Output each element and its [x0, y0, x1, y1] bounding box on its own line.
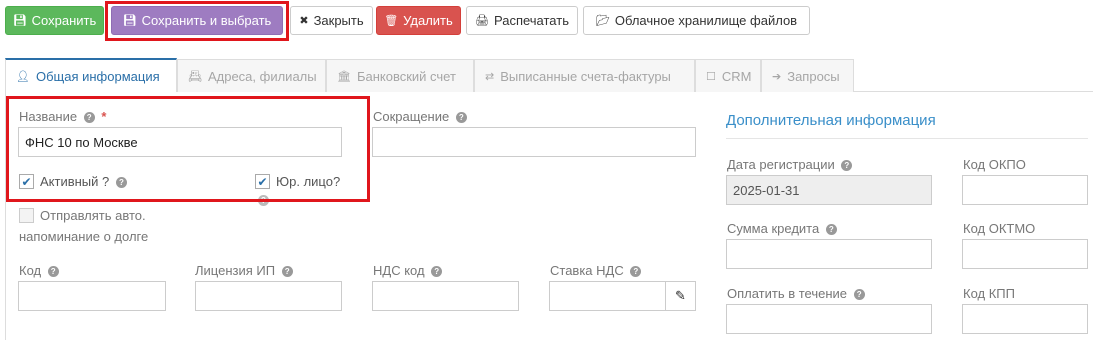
help-icon[interactable]: ?: [83, 112, 95, 123]
help-icon[interactable]: ?: [853, 289, 865, 300]
okpo-label: Код ОКПО: [963, 157, 1026, 172]
abbreviation-input[interactable]: [372, 127, 696, 157]
registration-date-input[interactable]: 2025-01-31: [726, 175, 932, 205]
additional-info-title: Дополнительная информация: [726, 112, 936, 129]
code-label-text: Код: [19, 263, 42, 278]
tab-label: Запросы: [787, 68, 840, 84]
pencil-icon: ✎: [675, 288, 686, 303]
tab-requests[interactable]: ➔ Запросы: [761, 59, 854, 92]
additional-info-divider: [726, 138, 1088, 139]
panel-left-border: [5, 92, 6, 340]
tab-bank-account[interactable]: 🏛︎ Банковский счет: [326, 59, 474, 92]
vat-rate-label: Ставка НДС ?: [550, 263, 642, 278]
close-icon: ✖: [299, 15, 309, 27]
tab-label: Банковский счет: [356, 68, 456, 84]
delete-button-label: Удалить: [403, 13, 453, 28]
auto-reminder-label-2: напоминание о долге: [19, 229, 149, 244]
vat-code-input[interactable]: [372, 281, 519, 311]
help-icon[interactable]: ?: [431, 266, 443, 277]
cloud-storage-label: Облачное хранилище файлов: [614, 13, 798, 28]
vat-code-label-text: НДС код: [373, 263, 425, 278]
auto-reminder-label: Отправлять авто.: [40, 208, 146, 223]
id-card-icon: 👤︎: [16, 70, 30, 83]
close-button-label: Закрыть: [313, 13, 364, 28]
help-icon[interactable]: ?: [258, 195, 269, 206]
close-button[interactable]: ✖ Закрыть: [290, 6, 373, 35]
arrow-right-icon: ➔: [772, 70, 782, 83]
save-and-select-label: Сохранить и выбрать: [141, 13, 272, 28]
help-icon[interactable]: ?: [281, 266, 293, 277]
auto-reminder-checkbox[interactable]: [19, 208, 34, 223]
folder-open-icon: 📂︎: [595, 15, 610, 27]
active-checkbox[interactable]: ✔: [19, 174, 34, 189]
vat-rate-label-text: Ставка НДС: [550, 263, 624, 278]
credit-sum-label: Сумма кредита ?: [727, 221, 837, 236]
name-input[interactable]: ФНС 10 по Москве: [18, 127, 342, 157]
print-button[interactable]: 🖨︎ Распечатать: [466, 6, 578, 35]
vat-rate-input[interactable]: [549, 281, 666, 311]
required-mark: *: [101, 109, 107, 124]
tab-invoices[interactable]: ⇄ Выписанные счета-фактуры: [474, 59, 695, 92]
kpp-input[interactable]: [962, 304, 1088, 334]
registration-date-value: 2025-01-31: [733, 182, 800, 198]
active-label: Активный ? ?: [40, 174, 127, 189]
legal-entity-help: ?: [255, 192, 269, 207]
kpp-label: Код КПП: [963, 286, 1015, 301]
okpo-input[interactable]: [962, 175, 1088, 205]
abbreviation-label: Сокращение ?: [373, 109, 467, 124]
registration-date-label: Дата регистрации ?: [727, 157, 853, 172]
help-icon[interactable]: ?: [825, 224, 837, 235]
pay-within-label-text: Оплатить в течение: [727, 286, 848, 301]
code-label: Код ?: [19, 263, 59, 278]
tab-label: Адреса, филиалы: [207, 68, 317, 84]
name-label: Название ? *: [19, 109, 106, 124]
tab-crm[interactable]: ☐ CRM: [695, 59, 761, 92]
exchange-icon: ⇄: [485, 70, 495, 83]
ip-license-input[interactable]: [195, 281, 342, 311]
vat-code-label: НДС код ?: [373, 263, 443, 278]
floppy-disk-icon: 💾︎: [122, 15, 137, 27]
checkmark-icon: ✔: [21, 174, 32, 189]
help-icon[interactable]: ?: [47, 266, 59, 277]
oktmo-label: Код ОКТМО: [963, 221, 1036, 236]
abbreviation-label-text: Сокращение: [373, 109, 450, 124]
pay-within-label: Оплатить в течение ?: [727, 286, 865, 301]
tab-label: Общая информация: [35, 68, 160, 84]
name-label-text: Название: [19, 109, 78, 124]
name-input-value: ФНС 10 по Москве: [25, 134, 138, 150]
checkmark-icon: ✔: [257, 174, 268, 189]
save-and-select-button[interactable]: 💾︎ Сохранить и выбрать: [111, 6, 283, 35]
delete-button[interactable]: 🗑︎ Удалить: [376, 6, 461, 35]
print-button-label: Распечатать: [493, 13, 569, 28]
cloud-storage-button[interactable]: 📂︎ Облачное хранилище файлов: [583, 6, 810, 35]
help-icon[interactable]: ?: [455, 112, 467, 123]
credit-sum-input[interactable]: [726, 239, 932, 269]
trash-icon: 🗑︎: [384, 15, 399, 27]
bookmark-icon: ☐: [706, 70, 716, 83]
code-input[interactable]: [18, 281, 166, 311]
legal-entity-label: Юр. лицо?: [276, 174, 341, 189]
oktmo-input[interactable]: [962, 239, 1088, 269]
printer-icon: 🖨︎: [475, 15, 489, 27]
pay-within-input[interactable]: [726, 304, 932, 334]
registration-date-label-text: Дата регистрации: [727, 157, 835, 172]
ip-license-label-text: Лицензия ИП: [195, 263, 276, 278]
address-card-icon: 📇︎: [188, 70, 202, 83]
help-icon[interactable]: ?: [115, 177, 127, 188]
credit-sum-label-text: Сумма кредита: [727, 221, 820, 236]
tab-label: CRM: [721, 68, 752, 84]
legal-entity-checkbox[interactable]: ✔: [255, 174, 270, 189]
help-icon[interactable]: ?: [841, 160, 853, 171]
active-label-text: Активный ?: [40, 174, 110, 189]
save-button[interactable]: 💾︎ Сохранить: [5, 6, 104, 35]
edit-vat-rate-button[interactable]: ✎: [665, 281, 696, 311]
floppy-disk-icon: 💾︎: [12, 15, 27, 27]
help-icon[interactable]: ?: [630, 266, 642, 277]
bank-icon: 🏛︎: [337, 70, 351, 83]
save-button-label: Сохранить: [31, 13, 97, 28]
ip-license-label: Лицензия ИП ?: [195, 263, 293, 278]
tab-label: Выписанные счета-фактуры: [500, 68, 671, 84]
tab-general-info[interactable]: 👤︎ Общая информация: [5, 58, 177, 92]
tab-addresses[interactable]: 📇︎ Адреса, филиалы: [177, 59, 326, 92]
